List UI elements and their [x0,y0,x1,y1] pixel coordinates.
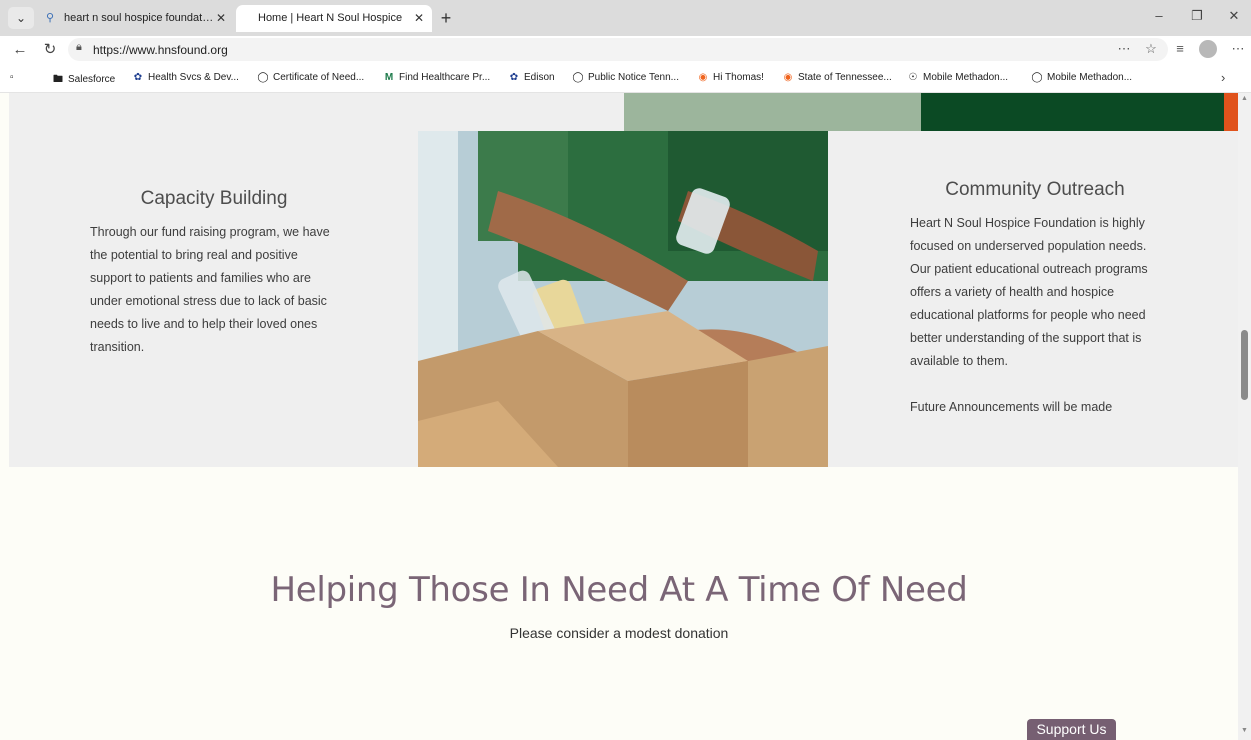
chevron-right-icon[interactable]: › [1221,70,1225,85]
bookmark-hi-thomas[interactable]: ◉ Hi Thomas! [697,72,764,83]
close-icon[interactable]: ✕ [216,5,226,32]
bookmark-mobile-methadone-1[interactable]: ☉ Mobile Methadon... [907,72,1009,83]
decorative-green-block [921,93,1226,131]
m-logo-icon: M [384,72,394,83]
bookmark-salesforce[interactable]: 🖿︎ Salesforce [52,72,115,89]
state-seal-icon: ✿ [133,72,143,83]
scroll-down-arrow-icon[interactable]: ▼ [1241,727,1248,734]
window-close-button[interactable]: ✕ [1224,8,1244,24]
capacity-building-column: Capacity Building Through our fund raisi… [90,188,338,359]
bookmark-health-svcs[interactable]: ✿ Health Svcs & Dev... [132,72,239,83]
state-seal-icon: ✿ [509,72,519,83]
back-button[interactable]: ← [10,40,30,60]
tab-label: heart n soul hospice foundation - [64,12,214,24]
favorite-star-icon[interactable]: ☆ [1142,41,1160,57]
decorative-orange-block [1224,93,1238,131]
globe-icon: ◯ [257,72,269,83]
browser-tab-bar: ⌄ ⚲ heart n soul hospice foundation - ✕ … [0,0,1251,36]
community-outreach-text: Heart N Soul Hospice Foundation is highl… [910,216,1148,368]
search-icon: ⚲ [46,12,55,24]
url-text: https://www.hnsfound.org [93,43,228,57]
volunteers-packing-food-photo [418,131,828,467]
reader-mode-icon[interactable]: ⋯ [1115,41,1133,57]
tab-label: Home | Heart N Soul Hospice [258,12,403,24]
support-us-button[interactable]: Support Us [1027,719,1116,740]
page-scrollbar[interactable]: ▲ ▼ [1238,93,1251,740]
close-icon[interactable]: ✕ [414,5,424,32]
capacity-building-title: Capacity Building [140,188,288,209]
chevron-down-icon: ⌄ [15,11,27,25]
bookmark-public-notice[interactable]: ◯ Public Notice Tenn... [572,72,679,83]
bookmarks-bar-toggle-icon[interactable]: ▫ [10,72,14,83]
orange-ring-icon: ◉ [698,72,708,83]
tab-search-results[interactable]: ⚲ heart n soul hospice foundation - ✕ [38,5,234,32]
scroll-up-arrow-icon[interactable]: ▲ [1241,95,1248,102]
globe-icon: ◯ [572,72,584,83]
restore-button[interactable]: ❐ [1187,8,1207,24]
profile-avatar[interactable] [1199,40,1217,58]
community-outreach-title: Community Outreach [945,179,1125,200]
new-tab-button[interactable]: + [436,6,456,30]
orange-ring-icon: ◉ [783,72,793,83]
url-field[interactable]: 🔒︎ https://www.hnsfound.org [68,38,1168,61]
tab-home-heart-n-soul[interactable]: Home | Heart N Soul Hospice ✕ [236,5,432,32]
bookmark-edison[interactable]: ✿ Edison [508,72,555,83]
minimize-button[interactable]: – [1149,8,1169,23]
refresh-button[interactable]: ↻ [40,40,60,60]
bookmarks-bar: ▫ 🖿︎ Salesforce ✿ Health Svcs & Dev... ◯ Ce… [0,64,1251,93]
community-outreach-column: Community Outreach Heart N Soul Hospice … [910,179,1160,419]
address-bar-row: ← ↻ 🔒︎ https://www.hnsfound.org ⋯ ☆ ≡ ⋯ [0,36,1251,64]
web-page: Capacity Building Through our fund raisi… [0,93,1238,740]
tab-actions-menu-button[interactable]: ⌄ [8,7,34,29]
favorites-list-icon[interactable]: ≡ [1171,41,1189,56]
folder-icon: 🖿︎ [53,74,63,85]
circle-logo-icon: ☉ [908,72,918,83]
lock-icon: 🔒︎ [76,41,82,53]
volunteers-illustration [418,131,828,467]
bookmark-mobile-methadone-2[interactable]: ◯ Mobile Methadon... [1031,72,1132,83]
capacity-building-text: Through our fund raising program, we hav… [90,225,330,354]
scrollbar-thumb[interactable] [1241,330,1248,400]
donation-headline: Helping Those In Need At A Time Of Need [270,570,968,610]
future-announcements-text: Future Announcements will be made [910,400,1113,414]
bookmark-certificate-of-need[interactable]: ◯ Certificate of Need... [257,72,364,83]
bookmark-find-healthcare[interactable]: M Find Healthcare Pr... [383,72,490,83]
decorative-sage-block [624,93,924,131]
bookmark-state-of-tennessee[interactable]: ◉ State of Tennessee... [782,72,892,83]
donation-subline: Please consider a modest donation [509,625,729,641]
more-options-icon[interactable]: ⋯ [1229,41,1247,57]
globe-icon: ◯ [1031,72,1043,83]
